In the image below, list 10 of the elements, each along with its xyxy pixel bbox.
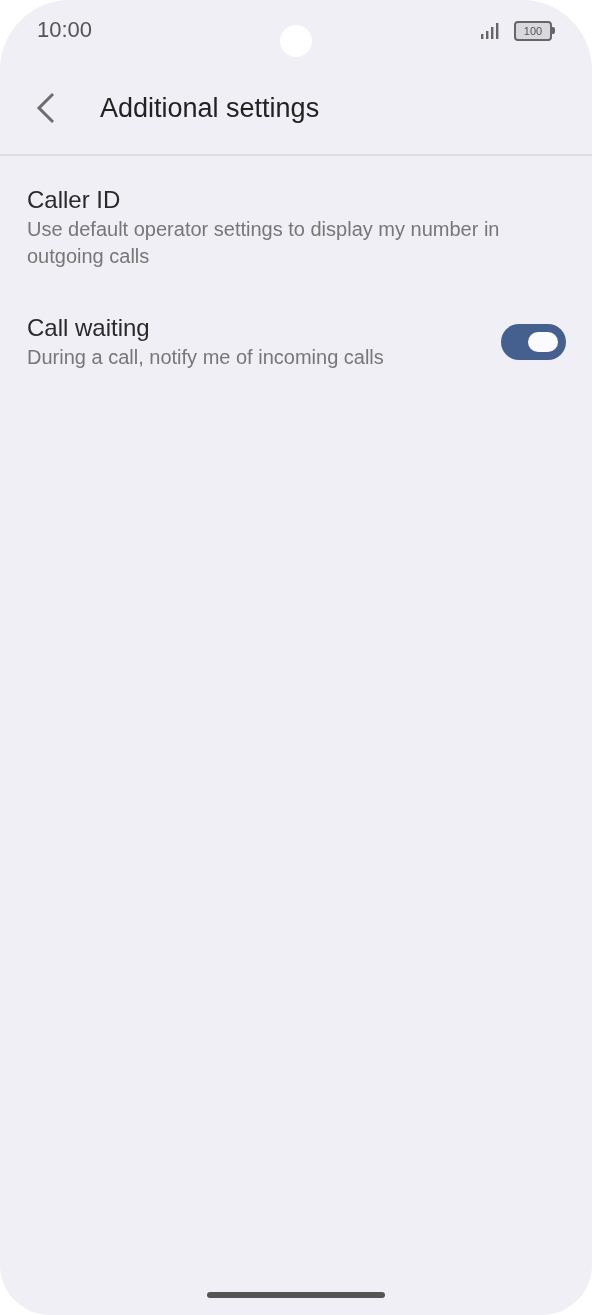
- setting-title[interactable]: Call waiting: [27, 312, 481, 344]
- setting-title[interactable]: Caller ID: [27, 184, 566, 216]
- status-time: 10:00: [37, 17, 93, 43]
- setting-description: Use default operator settings to display my number in outgoing calls: [27, 217, 501, 269]
- back-icon[interactable]: [36, 92, 56, 124]
- battery-icon: 100: [514, 21, 552, 41]
- toggle-switch[interactable]: [501, 323, 566, 360]
- setting-description: During a call, notify me of incoming calls: [27, 345, 385, 370]
- signal-icon: [481, 23, 500, 39]
- page-title: Additional settings: [100, 92, 320, 124]
